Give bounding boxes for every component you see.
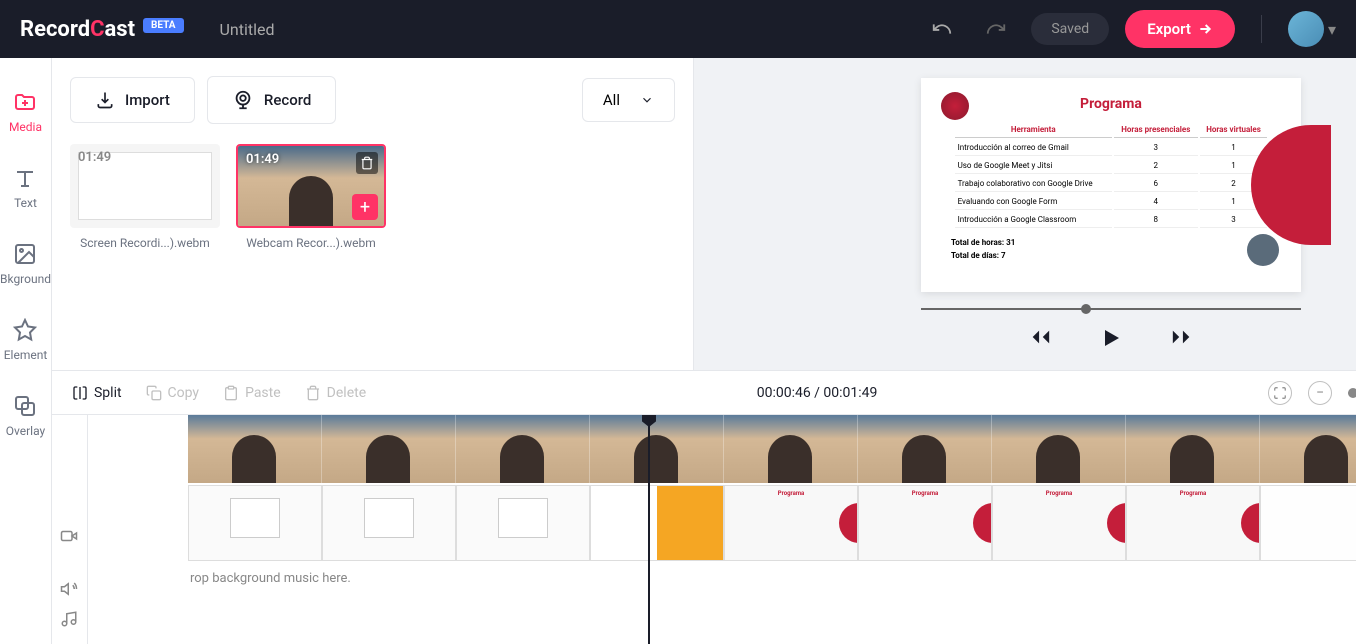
record-label: Record: [264, 91, 311, 109]
delete-media-button[interactable]: [356, 152, 378, 174]
import-button[interactable]: Import: [70, 77, 195, 123]
paste-label: Paste: [245, 385, 281, 401]
fit-button[interactable]: [1268, 381, 1292, 405]
split-icon: [72, 385, 88, 401]
redo-button[interactable]: [977, 10, 1015, 48]
fit-icon: [1273, 386, 1287, 400]
sidebar-item-overlay[interactable]: Overlay: [0, 378, 51, 454]
trash-icon: [305, 385, 321, 401]
undo-icon: [931, 18, 953, 40]
download-icon: [95, 90, 115, 110]
export-button[interactable]: Export: [1125, 10, 1235, 48]
trash-icon: [360, 156, 374, 170]
thumb-duration: 01:49: [78, 150, 111, 165]
sidebar-item-label: Element: [4, 348, 48, 362]
playhead[interactable]: [648, 415, 650, 644]
sidebar-item-background[interactable]: Bkground: [0, 226, 51, 302]
arrow-right-icon: [1197, 21, 1213, 37]
paste-icon: [223, 385, 239, 401]
copy-label: Copy: [168, 385, 200, 401]
thumb-duration: 01:49: [246, 152, 279, 167]
audio-hint: rop background music here.: [190, 571, 351, 586]
copy-icon: [146, 385, 162, 401]
star-icon: [13, 318, 37, 342]
user-menu[interactable]: ▾: [1288, 11, 1336, 47]
copy-button[interactable]: Copy: [146, 385, 200, 401]
zoom-out-button[interactable]: −: [1308, 381, 1332, 405]
delete-label: Delete: [327, 385, 366, 401]
app-logo: RecordCast BETA: [20, 17, 184, 42]
split-label: Split: [94, 385, 122, 401]
beta-badge: BETA: [143, 18, 184, 33]
play-button[interactable]: [1099, 326, 1123, 350]
webcam-track[interactable]: [188, 415, 1356, 483]
media-name: Screen Recordi...).webm: [70, 236, 220, 250]
undo-button[interactable]: [923, 10, 961, 48]
media-panel: Import Record All: [52, 58, 694, 370]
slide-title: Programa: [931, 96, 1291, 112]
webcam-pip: [1235, 234, 1291, 282]
chevron-down-icon: ▾: [1328, 20, 1336, 39]
timeline-timecode: 00:00:46 / 00:01:49: [757, 385, 878, 401]
record-button[interactable]: Record: [207, 76, 336, 124]
import-label: Import: [125, 91, 170, 109]
export-label: Export: [1147, 20, 1191, 38]
delete-button[interactable]: Delete: [305, 385, 366, 401]
logo-text: RecordCast: [20, 17, 135, 42]
screen-track[interactable]: Programa Programa Programa Programa: [188, 485, 1356, 561]
music-track-icon: [52, 604, 87, 634]
redo-icon: [985, 18, 1007, 40]
timeline-toolbar: Split Copy Paste Delete 00:00:46 / 00:01…: [52, 371, 1356, 415]
filter-label: All: [603, 91, 620, 109]
sidebar-item-label: Bkground: [0, 272, 51, 286]
slide-table: HerramientaHoras presencialesHoras virtu…: [953, 120, 1270, 230]
preview-panel: Programa HerramientaHoras presencialesHo…: [694, 58, 1356, 370]
webcam-icon: [232, 89, 254, 111]
media-folder-icon: [13, 90, 37, 114]
sidebar-item-label: Media: [9, 120, 42, 134]
minus-icon: −: [1316, 385, 1324, 401]
media-name: Webcam Recor...).webm: [236, 236, 386, 250]
media-item-screen[interactable]: 01:49 Screen Recordi...).webm: [70, 144, 220, 250]
split-button[interactable]: Split: [72, 385, 122, 401]
plus-icon: +: [360, 197, 370, 218]
add-to-timeline-button[interactable]: +: [352, 194, 378, 220]
text-icon: [13, 166, 37, 190]
media-item-webcam[interactable]: 01:49 + Webcam Recor...).webm: [236, 144, 386, 250]
app-header: RecordCast BETA Untitled Saved Export ▾: [0, 0, 1356, 58]
zoom-slider[interactable]: [1348, 392, 1356, 394]
chevron-down-icon: [640, 93, 654, 107]
audio-track-icon: [52, 574, 87, 604]
sidebar-item-element[interactable]: Element: [0, 302, 51, 378]
overlay-icon: [13, 394, 37, 418]
sidebar-item-label: Overlay: [6, 424, 45, 438]
play-icon: [1099, 326, 1123, 350]
preview-canvas: Programa HerramientaHoras presencialesHo…: [921, 78, 1301, 292]
timeline-tracks[interactable]: Programa Programa Programa Programa rop …: [88, 415, 1356, 644]
image-icon: [13, 242, 37, 266]
sidebar-item-text[interactable]: Text: [0, 150, 51, 226]
preview-scrubber[interactable]: [921, 308, 1301, 310]
forward-button[interactable]: [1171, 326, 1193, 350]
saved-status: Saved: [1031, 13, 1109, 45]
paste-button[interactable]: Paste: [223, 385, 281, 401]
timeline: Programa Programa Programa Programa rop …: [52, 415, 1356, 644]
slide-logo: [941, 92, 969, 120]
sidebar-item-label: Text: [14, 196, 37, 210]
left-sidebar: Media Text Bkground Element Overlay: [0, 58, 52, 644]
video-track-icon: [52, 498, 87, 574]
project-title-input[interactable]: Untitled: [220, 20, 275, 39]
audio-track[interactable]: rop background music here.: [188, 563, 1356, 593]
forward-icon: [1171, 326, 1193, 348]
avatar: [1288, 11, 1324, 47]
rewind-button[interactable]: [1029, 326, 1051, 350]
filter-select[interactable]: All: [582, 78, 675, 122]
sidebar-item-media[interactable]: Media: [0, 74, 51, 150]
rewind-icon: [1029, 326, 1051, 348]
